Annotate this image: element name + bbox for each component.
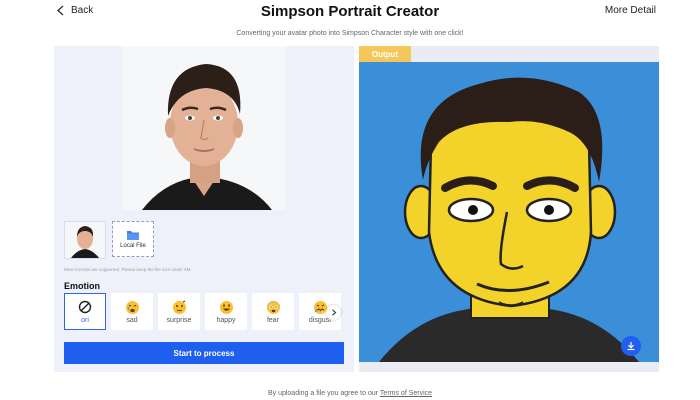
ban-icon xyxy=(78,300,92,314)
happy-face-icon xyxy=(219,300,233,314)
emotion-options: ori sad surprise happy fear disgust xyxy=(64,293,341,330)
download-button[interactable] xyxy=(621,336,641,356)
emotion-option-fear[interactable]: fear xyxy=(252,293,294,330)
input-panel: Local File Most formats are supported. P… xyxy=(54,46,354,372)
chevron-right-icon xyxy=(331,309,336,316)
output-tag: Output xyxy=(359,46,411,62)
photo-thumbnail[interactable] xyxy=(64,221,106,259)
fear-face-icon xyxy=(266,300,280,314)
page-subtitle: Converting your avatar photo into Simpso… xyxy=(236,30,464,37)
uploaded-photo xyxy=(122,46,286,210)
footer-text: By uploading a file you agree to our xyxy=(267,390,379,397)
more-detail-link[interactable]: More Detail xyxy=(605,5,656,16)
emotion-scroll-next-button[interactable] xyxy=(326,305,341,320)
simpson-output-image xyxy=(359,62,659,362)
folder-icon xyxy=(127,231,139,240)
photo-thumbnails: Local File xyxy=(64,221,154,259)
page-title: Simpson Portrait Creator xyxy=(260,3,440,20)
emotion-heading: Emotion xyxy=(64,281,100,291)
sad-face-icon xyxy=(125,300,139,314)
local-file-button[interactable]: Local File xyxy=(112,221,154,257)
output-panel: Output xyxy=(359,46,659,372)
terms-of-service-link[interactable]: Terms of Service xyxy=(380,390,432,397)
local-file-label: Local File xyxy=(120,243,146,249)
top-bar: Back Simpson Portrait Creator More Detai… xyxy=(0,0,700,24)
emotion-option-happy[interactable]: happy xyxy=(205,293,247,330)
upload-hint: Most formats are supported. Please keep … xyxy=(64,267,192,272)
emotion-option-label: fear xyxy=(266,317,280,324)
emotion-option-label: surprise xyxy=(166,317,192,324)
footer: By uploading a file you agree to our Ter… xyxy=(0,390,700,397)
emotion-option-sad[interactable]: sad xyxy=(111,293,153,330)
emotion-option-surprise[interactable]: surprise xyxy=(158,293,200,330)
emotion-option-label: sad xyxy=(126,317,138,324)
emotion-option-label: happy xyxy=(216,317,236,324)
emotion-option-label: ori xyxy=(81,317,89,324)
start-process-button[interactable]: Start to process xyxy=(64,342,344,364)
surprise-face-icon xyxy=(172,300,186,314)
emotion-option-ori[interactable]: ori xyxy=(64,293,106,330)
download-icon xyxy=(627,342,635,351)
